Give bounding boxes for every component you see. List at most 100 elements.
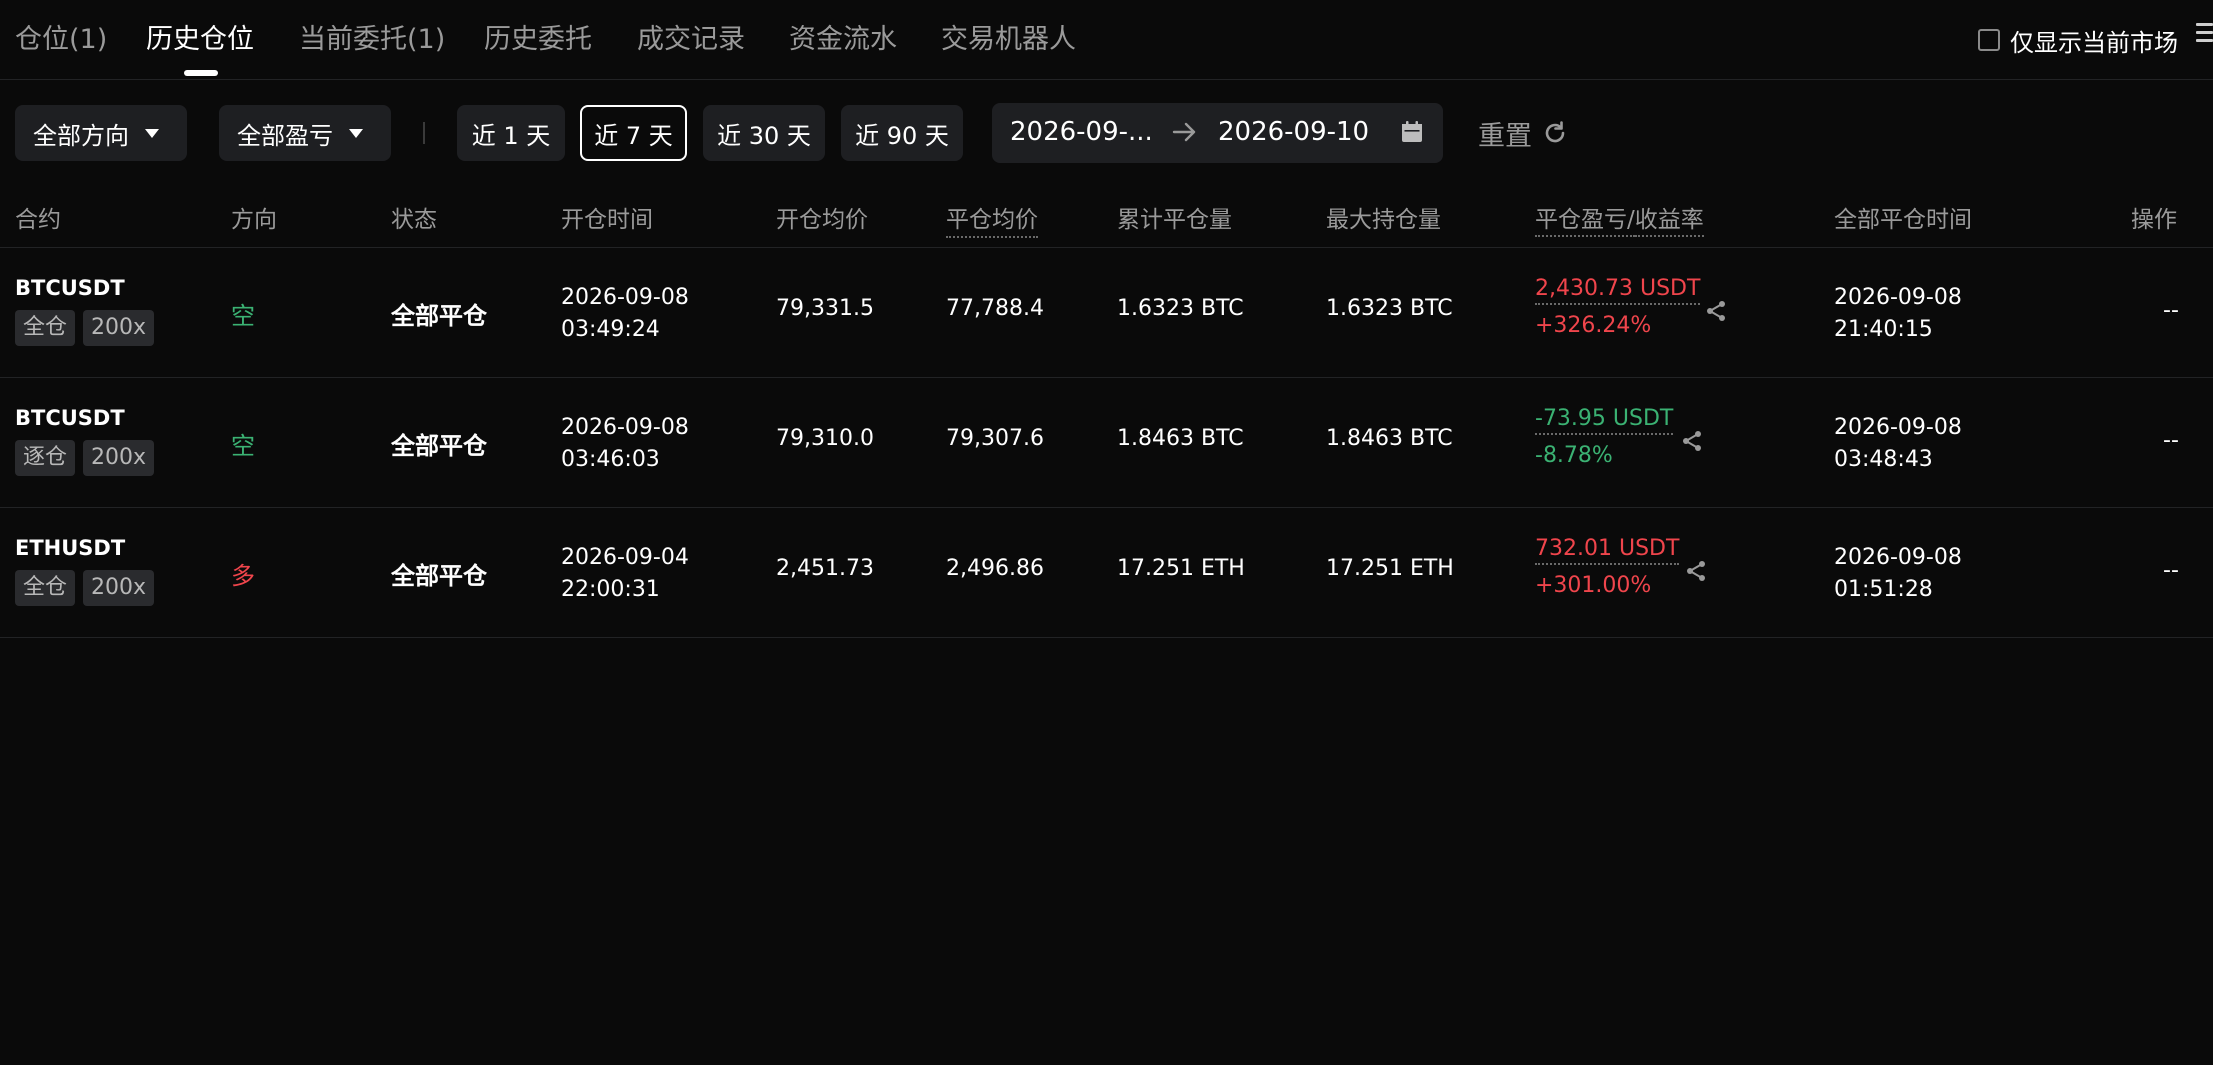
open-time-value: 2026-09-04 22:00:31 — [561, 542, 689, 606]
pnl-filter-label: 全部盈亏 — [237, 121, 333, 150]
status-value: 全部平仓 — [391, 562, 487, 590]
range-1d-button[interactable]: 近 1 天 — [457, 105, 565, 161]
date-range-picker[interactable]: 2026-09-... 2026-09-10 — [992, 103, 1443, 163]
close-avg-value: 77,788.4 — [946, 296, 1044, 321]
contract-symbol[interactable]: BTCUSDT — [15, 276, 125, 300]
leverage-badge: 200x — [83, 440, 155, 476]
tab-open-orders[interactable]: 当前委托(1) — [299, 18, 445, 62]
table-header: 合约 方向 状态 开仓时间 开仓均价 平仓均价 累计平仓量 最大持仓量 平仓盈亏… — [0, 190, 2213, 248]
reset-label: 重置 — [1478, 120, 1532, 152]
pnl-cell: 2,430.73 USDT +326.24% — [1535, 276, 1701, 338]
share-icon[interactable] — [1685, 560, 1707, 582]
only-current-market-toggle[interactable]: 仅显示当前市场 — [1978, 22, 2178, 58]
open-clock: 22:00:31 — [561, 577, 660, 602]
col-roi-label[interactable]: 收益率 — [1634, 207, 1704, 237]
calendar-icon[interactable] — [1400, 120, 1424, 144]
col-pnl: 平仓盈亏/收益率 — [1535, 200, 1704, 237]
close-date: 2026-09-08 — [1834, 545, 1962, 570]
chevron-down-icon — [349, 128, 363, 138]
tab-trading-bot[interactable]: 交易机器人 — [941, 18, 1076, 62]
max-position-value: 17.251 ETH — [1326, 556, 1454, 581]
open-time-value: 2026-09-08 03:46:03 — [561, 412, 689, 476]
positions-history-panel: 仓位(1) 历史仓位 当前委托(1) 历史委托 成交记录 资金流水 交易机器人 … — [0, 0, 2213, 1065]
open-date: 2026-09-08 — [561, 285, 689, 310]
open-date: 2026-09-04 — [561, 545, 689, 570]
open-avg-value: 79,331.5 — [776, 296, 874, 321]
col-open-time: 开仓时间 — [561, 207, 653, 233]
pnl-amount[interactable]: 732.01 USDT — [1535, 536, 1680, 565]
roi-value: +326.24% — [1535, 313, 1652, 338]
close-clock: 01:51:28 — [1834, 577, 1933, 602]
open-time-value: 2026-09-08 03:49:24 — [561, 282, 689, 346]
ops-value: -- — [2163, 428, 2179, 453]
col-ops: 操作 — [2131, 207, 2177, 233]
close-clock: 21:40:15 — [1834, 317, 1933, 342]
tab-position-history[interactable]: 历史仓位 — [146, 18, 254, 62]
divider — [423, 122, 425, 144]
roi-value: -8.78% — [1535, 443, 1613, 468]
tab-order-history[interactable]: 历史委托 — [484, 18, 592, 62]
tab-trade-history[interactable]: 成交记录 — [637, 18, 745, 62]
margin-mode-badge: 逐仓 — [15, 440, 76, 476]
range-90d-button[interactable]: 近 90 天 — [841, 105, 963, 161]
table-row: ETHUSDT 全仓 200x 多 全部平仓 2026-09-04 22:00:… — [0, 508, 2213, 638]
closed-qty-value: 1.6323 BTC — [1117, 296, 1244, 321]
open-avg-value: 79,310.0 — [776, 426, 874, 451]
col-close-avg[interactable]: 平仓均价 — [946, 200, 1038, 238]
close-time-value: 2026-09-08 21:40:15 — [1834, 282, 1962, 346]
open-date: 2026-09-08 — [561, 415, 689, 440]
pnl-filter-dropdown[interactable]: 全部盈亏 — [219, 105, 391, 161]
table-row: BTCUSDT 逐仓 200x 空 全部平仓 2026-09-08 03:46:… — [0, 378, 2213, 508]
contract-symbol[interactable]: ETHUSDT — [15, 536, 125, 560]
range-7d-button[interactable]: 近 7 天 — [580, 105, 687, 161]
refresh-icon — [1545, 121, 1565, 143]
direction-filter-dropdown[interactable]: 全部方向 — [15, 105, 187, 161]
only-current-market-label: 仅显示当前市场 — [2010, 28, 2178, 57]
close-clock: 03:48:43 — [1834, 447, 1933, 472]
close-time-value: 2026-09-08 01:51:28 — [1834, 542, 1962, 606]
direction-filter-label: 全部方向 — [33, 121, 129, 150]
close-date: 2026-09-08 — [1834, 415, 1962, 440]
checkbox-icon[interactable] — [1978, 29, 2000, 51]
share-icon[interactable] — [1681, 430, 1703, 452]
col-closed-qty: 累计平仓量 — [1117, 207, 1232, 233]
leverage-badge: 200x — [83, 570, 155, 606]
direction-value: 空 — [231, 432, 255, 460]
chevron-down-icon — [145, 128, 159, 138]
contract-symbol[interactable]: BTCUSDT — [15, 406, 125, 430]
max-position-value: 1.8463 BTC — [1326, 426, 1453, 451]
open-clock: 03:46:03 — [561, 447, 660, 472]
roi-value: +301.00% — [1535, 573, 1652, 598]
arrow-right-icon — [1172, 122, 1196, 142]
status-value: 全部平仓 — [391, 432, 487, 460]
ops-value: -- — [2163, 298, 2179, 323]
date-end[interactable]: 2026-09-10 — [1218, 117, 1369, 147]
margin-mode-badge: 全仓 — [15, 570, 76, 606]
share-icon[interactable] — [1705, 300, 1727, 322]
margin-mode-badge: 全仓 — [15, 310, 76, 346]
date-start[interactable]: 2026-09-... — [1010, 117, 1153, 147]
close-time-value: 2026-09-08 03:48:43 — [1834, 412, 1962, 476]
filter-bar: 全部方向 全部盈亏 近 1 天 近 7 天 近 30 天 近 90 天 2026… — [0, 80, 2213, 190]
pnl-amount[interactable]: -73.95 USDT — [1535, 406, 1674, 435]
close-date: 2026-09-08 — [1834, 285, 1962, 310]
tab-bar: 仓位(1) 历史仓位 当前委托(1) 历史委托 成交记录 资金流水 交易机器人 … — [0, 0, 2213, 80]
pnl-cell: 732.01 USDT +301.00% — [1535, 536, 1680, 598]
max-position-value: 1.6323 BTC — [1326, 296, 1453, 321]
reset-button[interactable]: 重置 — [1478, 116, 1568, 152]
col-pnl-label[interactable]: 平仓盈亏/ — [1535, 207, 1635, 237]
tab-positions[interactable]: 仓位(1) — [15, 18, 107, 62]
col-direction: 方向 — [231, 207, 277, 233]
tab-funding-flow[interactable]: 资金流水 — [789, 18, 897, 62]
direction-value: 多 — [231, 562, 255, 590]
menu-icon[interactable] — [2196, 20, 2213, 46]
col-open-avg: 开仓均价 — [776, 207, 868, 233]
col-status: 状态 — [391, 207, 437, 233]
pnl-cell: -73.95 USDT -8.78% — [1535, 406, 1674, 468]
col-contract: 合约 — [15, 207, 61, 233]
ops-value: -- — [2163, 558, 2179, 583]
closed-qty-value: 1.8463 BTC — [1117, 426, 1244, 451]
leverage-badge: 200x — [83, 310, 155, 346]
pnl-amount[interactable]: 2,430.73 USDT — [1535, 276, 1701, 305]
range-30d-button[interactable]: 近 30 天 — [703, 105, 825, 161]
